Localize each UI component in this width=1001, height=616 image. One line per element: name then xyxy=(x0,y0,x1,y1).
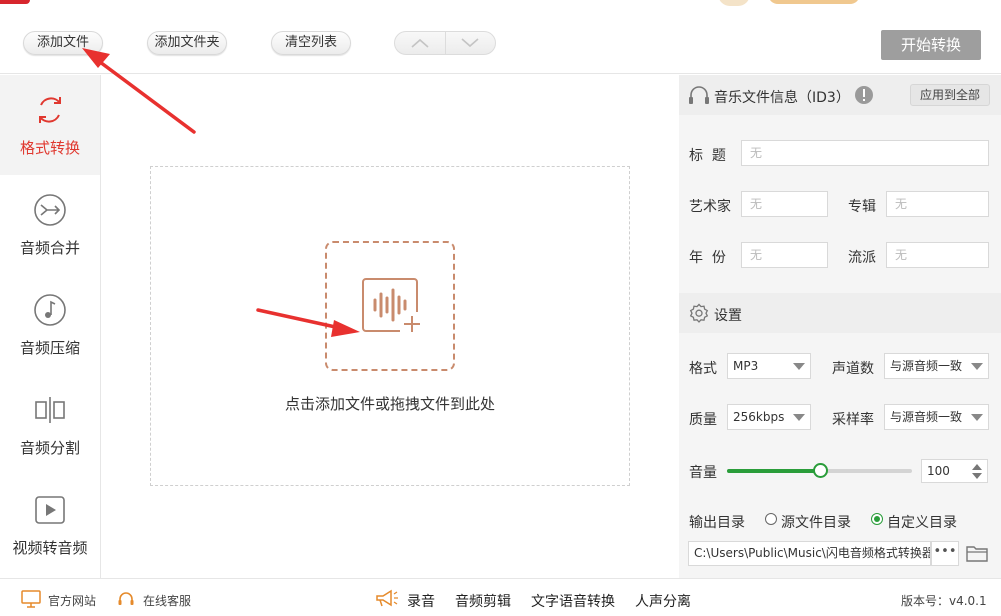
version-label: 版本号：v4.0.1 xyxy=(901,594,987,608)
settings-panel: 音乐文件信息（ID3） 应用到全部 标 题 无 艺术家 无 专辑 无 年 份 无… xyxy=(679,75,1001,578)
chevron-down-icon xyxy=(793,363,805,370)
source-dir-radio[interactable] xyxy=(765,513,777,525)
id3-header: 音乐文件信息（ID3） 应用到全部 xyxy=(679,75,1001,115)
status-bar: 官方网站 在线客服 录音 音频剪辑 文字语音转换 人声分离 版本号：v4.0.1 xyxy=(0,578,1001,616)
monitor-icon xyxy=(21,590,41,608)
year-field[interactable]: 无 xyxy=(741,242,828,268)
source-dir-label[interactable]: 源文件目录 xyxy=(781,512,851,532)
album-field[interactable]: 无 xyxy=(886,191,989,217)
quality-label: 质量 xyxy=(689,412,717,428)
folder-icon[interactable] xyxy=(966,544,988,562)
info-icon[interactable] xyxy=(854,85,874,105)
spin-down-icon[interactable] xyxy=(972,473,982,479)
id3-title: 音乐文件信息（ID3） xyxy=(714,90,850,106)
add-folder-button[interactable]: 添加文件夹 xyxy=(147,31,227,55)
browse-path-button[interactable]: ••• xyxy=(931,541,959,566)
channels-select-value: 与源音频一致 xyxy=(890,359,963,373)
custom-dir-radio[interactable] xyxy=(871,513,883,525)
clear-list-button[interactable]: 清空列表 xyxy=(271,31,351,55)
music-note-icon xyxy=(34,294,66,326)
artist-field[interactable]: 无 xyxy=(741,191,828,217)
sidebar-item-label: 视频转音频 xyxy=(12,539,88,557)
footer-tool-vocal-separation[interactable]: 人声分离 xyxy=(635,591,691,611)
sidebar-item-label: 格式转换 xyxy=(19,139,80,157)
volume-slider-fill xyxy=(727,469,820,473)
album-label: 专辑 xyxy=(848,199,876,215)
format-label: 格式 xyxy=(689,361,717,377)
genre-field[interactable]: 无 xyxy=(886,242,989,268)
sidebar: 格式转换 音频合并 音频压缩 音频分割 视频转音频 xyxy=(0,75,101,578)
quality-select-value: 256kbps xyxy=(733,410,785,424)
gear-icon xyxy=(689,303,709,323)
play-icon xyxy=(35,496,65,524)
user-avatar[interactable] xyxy=(718,0,750,6)
chevron-down-icon xyxy=(461,38,479,48)
title-bar xyxy=(0,0,1001,10)
move-buttons xyxy=(394,31,496,55)
settings-header: 设置 xyxy=(679,293,1001,333)
samplerate-label: 采样率 xyxy=(832,412,874,428)
title-label: 标 题 xyxy=(689,148,726,164)
chevron-down-icon xyxy=(971,414,983,421)
year-label: 年 份 xyxy=(689,250,726,266)
quality-select[interactable]: 256kbps xyxy=(727,404,811,430)
format-select[interactable]: MP3 xyxy=(727,353,811,379)
move-up-button[interactable] xyxy=(395,32,445,54)
sidebar-item-audio-split[interactable]: 音频分割 xyxy=(0,375,100,475)
vip-button[interactable] xyxy=(768,0,860,4)
apply-to-all-button[interactable]: 应用到全部 xyxy=(910,84,990,106)
online-support-link[interactable]: 在线客服 xyxy=(143,592,191,609)
start-convert-button[interactable]: 开始转换 xyxy=(881,30,981,60)
split-icon xyxy=(35,397,65,423)
add-file-area[interactable] xyxy=(325,241,455,371)
chevron-up-icon xyxy=(411,38,429,48)
custom-dir-label[interactable]: 自定义目录 xyxy=(887,512,957,532)
chevron-down-icon xyxy=(793,414,805,421)
merge-icon xyxy=(34,194,66,226)
spin-up-icon[interactable] xyxy=(972,464,982,470)
sidebar-item-audio-compress[interactable]: 音频压缩 xyxy=(0,275,100,375)
official-website-link[interactable]: 官方网站 xyxy=(48,592,96,609)
volume-spinbox[interactable]: 100 xyxy=(921,459,988,483)
chevron-down-icon xyxy=(971,363,983,370)
title-field[interactable]: 无 xyxy=(741,140,989,166)
sidebar-item-label: 音频合并 xyxy=(19,239,80,257)
format-select-value: MP3 xyxy=(733,359,759,373)
headset-icon xyxy=(118,592,134,605)
volume-slider-handle[interactable] xyxy=(812,463,828,478)
genre-label: 流派 xyxy=(848,250,876,266)
refresh-icon xyxy=(39,97,61,123)
samplerate-select[interactable]: 与源音频一致 xyxy=(884,404,989,430)
sidebar-item-video-to-audio[interactable]: 视频转音频 xyxy=(0,475,100,575)
volume-slider[interactable] xyxy=(727,463,912,478)
volume-label: 音量 xyxy=(689,465,717,481)
audio-add-icon xyxy=(362,278,424,336)
headphones-icon xyxy=(689,86,709,104)
output-dir-label: 输出目录 xyxy=(689,515,745,531)
drop-hint-text: 点击添加文件或拖拽文件到此处 xyxy=(284,395,495,413)
output-path-field[interactable]: C:\Users\Public\Music\闪电音频格式转换器 xyxy=(688,541,931,566)
samplerate-select-value: 与源音频一致 xyxy=(890,410,963,424)
footer-tool-record[interactable]: 录音 xyxy=(407,591,435,611)
artist-label: 艺术家 xyxy=(689,199,731,215)
sidebar-item-format-convert[interactable]: 格式转换 xyxy=(0,75,100,175)
sidebar-item-audio-merge[interactable]: 音频合并 xyxy=(0,175,100,275)
add-file-button[interactable]: 添加文件 xyxy=(23,31,103,55)
app-logo xyxy=(0,0,30,4)
sidebar-item-label: 音频压缩 xyxy=(19,339,80,357)
settings-title: 设置 xyxy=(714,308,742,324)
megaphone-icon xyxy=(376,589,398,607)
sidebar-item-label: 音频分割 xyxy=(19,439,80,457)
channels-select[interactable]: 与源音频一致 xyxy=(884,353,989,379)
footer-tool-text-to-speech[interactable]: 文字语音转换 xyxy=(531,591,615,611)
toolbar: 添加文件 添加文件夹 清空列表 开始转换 xyxy=(0,10,1001,74)
volume-value: 100 xyxy=(927,464,950,478)
channels-label: 声道数 xyxy=(832,361,874,377)
footer-tool-audio-edit[interactable]: 音频剪辑 xyxy=(455,591,511,611)
move-down-button[interactable] xyxy=(444,32,496,54)
file-drop-zone[interactable]: 点击添加文件或拖拽文件到此处 xyxy=(150,166,630,486)
